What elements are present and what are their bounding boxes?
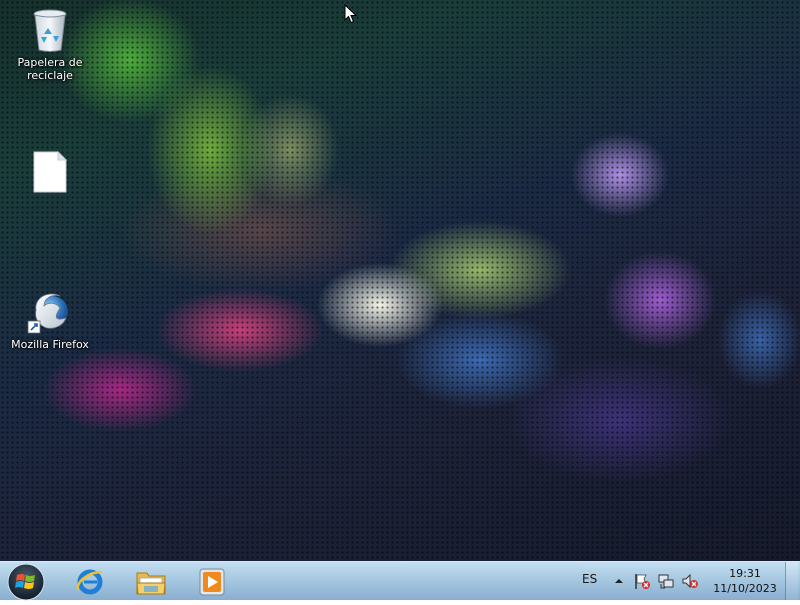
show-desktop-button[interactable] <box>785 562 798 600</box>
language-indicator[interactable]: ES <box>582 572 597 586</box>
wallpaper-dot-pattern <box>0 0 800 561</box>
desktop[interactable]: Papelera de reciclaje Mozilla Firefox <box>0 0 800 561</box>
desktop-icon-label: Papelera de reciclaje <box>17 56 83 82</box>
desktop-icon-recycle-bin[interactable]: Papelera de reciclaje <box>4 6 96 82</box>
start-button[interactable] <box>4 562 48 601</box>
taskbar-button-internet-explorer[interactable] <box>62 563 118 599</box>
firefox-icon <box>26 288 74 336</box>
desktop-icon-firefox[interactable]: Mozilla Firefox <box>4 288 96 351</box>
clock-time: 19:31 <box>729 567 761 580</box>
folder-libraries-icon <box>136 572 166 595</box>
action-center-flag-icon[interactable] <box>633 572 651 590</box>
mouse-pointer-icon <box>344 3 358 24</box>
internet-explorer-icon <box>76 569 103 595</box>
desktop-icon-label: Mozilla Firefox <box>11 338 89 351</box>
network-icon[interactable] <box>657 572 675 590</box>
desktop-icon-blank-file[interactable] <box>4 150 96 200</box>
blank-file-icon <box>26 150 74 198</box>
volume-muted-icon[interactable] <box>681 572 699 590</box>
system-clock[interactable]: 19:31 11/10/2023 <box>708 566 782 596</box>
windows-start-orb-icon <box>7 563 45 601</box>
show-hidden-icons-arrow[interactable] <box>610 572 628 590</box>
taskbar: ES 19:31 11/10/2023 <box>0 561 800 601</box>
taskbar-button-windows-explorer[interactable] <box>123 563 179 599</box>
taskbar-button-media-player[interactable] <box>184 563 240 599</box>
recycle-bin-icon <box>26 6 74 54</box>
clock-date: 11/10/2023 <box>713 582 777 595</box>
media-player-icon <box>199 568 225 596</box>
